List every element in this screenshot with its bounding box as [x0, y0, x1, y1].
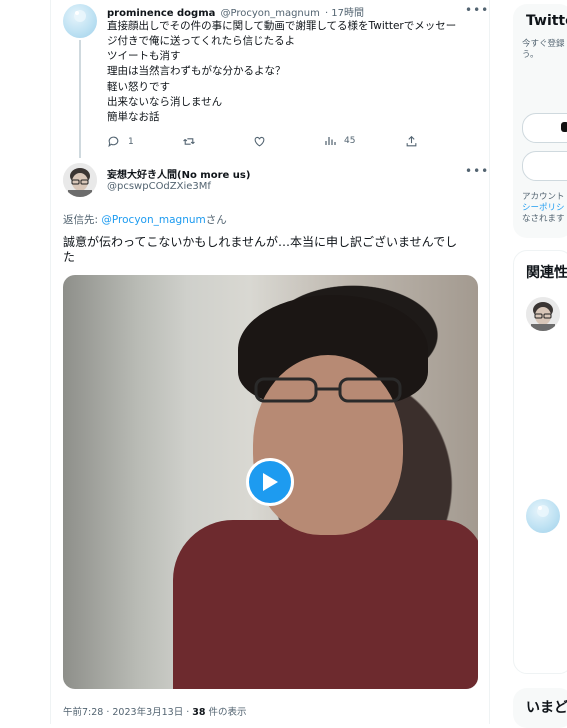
apple-icon	[561, 122, 567, 132]
tweet1-header: prominence dogma @Procyon_magnum · 17時間	[107, 5, 364, 20]
tweet-timestamp[interactable]: 午前7:28 · 2023年3月13日 ·	[63, 707, 192, 718]
reply-icon	[108, 136, 119, 148]
author-name[interactable]: 妄想大好き人間(No more us)	[107, 170, 250, 181]
privacy-policy-link[interactable]: シーポリシ	[522, 203, 565, 214]
create-account-button[interactable]	[522, 151, 567, 181]
signup-google-button[interactable]	[522, 113, 567, 143]
tweet1-line: 直接顔出しでその件の事に関して動画で謝罪してる様をTwitterでメッセー	[107, 20, 457, 32]
tweet1-line: 軽い怒りです	[107, 81, 170, 93]
tweet1-line: 理由は当然言わずもがな分かるよな？	[107, 65, 286, 77]
video-player[interactable]	[63, 275, 478, 689]
view-count: 45	[344, 136, 356, 146]
video-frame-torso	[173, 520, 478, 689]
reply-prefix: 返信先:	[63, 214, 102, 226]
related-avatar-prominence[interactable]	[526, 499, 560, 533]
avatar-prominence-dogma[interactable]	[63, 4, 97, 38]
author-handle[interactable]: @Procyon_magnum	[220, 8, 319, 19]
retweet-button[interactable]	[182, 135, 196, 148]
avatar-mousou[interactable]	[63, 163, 97, 197]
play-icon	[263, 473, 278, 491]
author-name[interactable]: prominence dogma	[107, 8, 215, 19]
tweet2-text-line: た	[63, 250, 76, 264]
share-icon	[406, 135, 417, 147]
reply-suffix: さん	[205, 214, 227, 226]
tweet2-text: 誠意が伝わってこないかもしれませんが…本当に申し訳ございませんでし た	[63, 235, 457, 265]
like-icon	[254, 136, 265, 147]
tweet1-line: ジ付きで俺に送ってくれたら信じたるよ	[107, 35, 296, 47]
play-button[interactable]	[246, 458, 294, 506]
signup-text: 今すぐ登録	[522, 39, 565, 49]
tweet1-line: 出来ないなら消しません	[107, 96, 223, 108]
share-button[interactable]	[405, 135, 418, 148]
face-avatar-icon	[63, 163, 97, 197]
terms-text: アカウント	[522, 192, 565, 202]
tweet2-text-line: 誠意が伝わってこないかもしれませんが…本当に申し訳ございませんでし	[63, 235, 458, 249]
view-count-number: 38	[192, 707, 206, 718]
related-avatar-mousou[interactable]	[526, 297, 560, 331]
thread-line	[79, 40, 81, 158]
views-button[interactable]: 45	[324, 135, 355, 147]
reply-count: 1	[128, 136, 134, 147]
views-icon	[325, 137, 336, 145]
view-count-label: 件の表示	[205, 707, 247, 718]
reply-to-line: 返信先: @Procyon_magnumさん	[63, 212, 227, 227]
trends-title: いまど	[526, 700, 567, 716]
face-avatar-icon	[526, 297, 560, 331]
video-frame-glasses	[254, 377, 402, 403]
tweet-time[interactable]: · 17時間	[325, 8, 364, 19]
more-icon[interactable]: •••	[465, 165, 489, 177]
reply-to-link[interactable]: @Procyon_magnum	[101, 214, 205, 226]
author-handle[interactable]: @pcswpCOdZXie3Mf	[107, 181, 211, 192]
related-users-title: 関連性	[526, 265, 567, 281]
like-button[interactable]	[253, 135, 266, 148]
bubble-avatar-icon	[537, 505, 549, 517]
signup-text: う。	[522, 50, 539, 60]
retweet-icon	[183, 138, 195, 145]
terms-text: なされます	[522, 214, 565, 224]
signup-card-title: Twitte	[526, 13, 567, 29]
tweet-meta: 午前7:28 · 2023年3月13日 · 38 件の表示	[63, 704, 247, 718]
more-icon[interactable]: •••	[465, 4, 489, 16]
bubble-avatar-icon	[74, 10, 86, 22]
reply-button[interactable]: 1	[107, 135, 134, 148]
tweet1-line: 簡単なお話	[107, 111, 160, 123]
tweet1-line: ツイートも消す	[107, 50, 181, 62]
tweet2-name-row: 妄想大好き人間(No more us)	[107, 166, 250, 182]
